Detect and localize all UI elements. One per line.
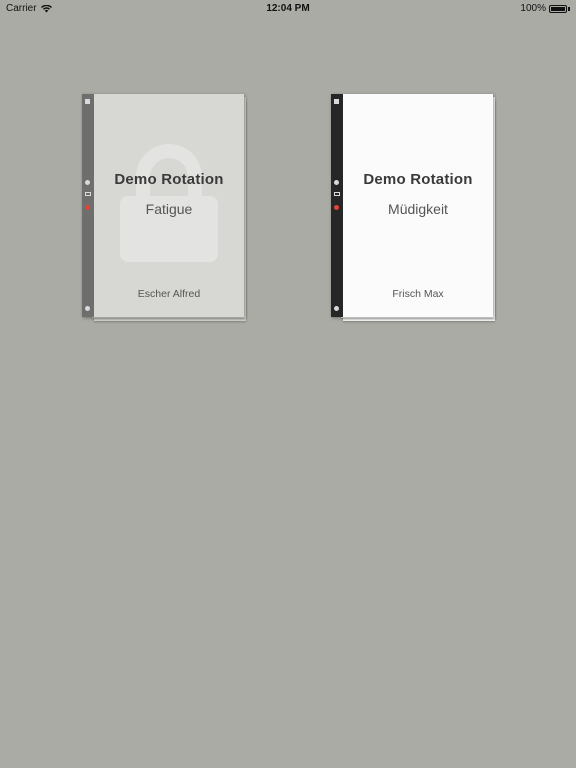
book-title: Demo Rotation xyxy=(114,171,224,188)
book-card-locked[interactable]: Demo Rotation Fatigue Escher Alfred xyxy=(82,94,252,324)
book-card[interactable]: Demo Rotation Müdigkeit Frisch Max xyxy=(331,94,501,324)
book-author: Escher Alfred xyxy=(137,288,201,300)
spine-square-icon xyxy=(334,99,339,104)
status-right: 100% xyxy=(520,3,570,14)
record-icon xyxy=(85,205,90,210)
book-title: Demo Rotation xyxy=(363,171,473,188)
mail-icon xyxy=(334,192,340,196)
spine-square-icon xyxy=(85,99,90,104)
info-icon xyxy=(334,180,339,185)
book-cover[interactable]: Demo Rotation Fatigue Escher Alfred xyxy=(82,94,244,317)
book-spine xyxy=(82,94,94,317)
settings-icon xyxy=(334,306,339,311)
book-cover[interactable]: Demo Rotation Müdigkeit Frisch Max xyxy=(331,94,493,317)
book-author: Frisch Max xyxy=(392,288,444,300)
status-bar: Carrier 12:04 PM 100% xyxy=(0,0,576,18)
record-icon xyxy=(334,205,339,210)
battery-percent: 100% xyxy=(520,3,546,14)
info-icon xyxy=(85,180,90,185)
battery-icon xyxy=(549,4,567,13)
mail-icon xyxy=(85,192,91,196)
clock: 12:04 PM xyxy=(266,3,310,14)
book-subtitle: Müdigkeit xyxy=(388,201,448,217)
book-spine xyxy=(331,94,343,317)
book-subtitle: Fatigue xyxy=(145,201,193,217)
settings-icon xyxy=(85,306,90,311)
